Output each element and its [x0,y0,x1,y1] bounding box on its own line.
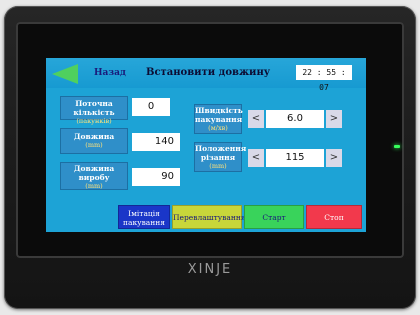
packing-speed-unit: (м/хв) [208,124,228,132]
product-length-unit: (mm) [85,182,103,190]
length-label: Довжина (mm) [60,128,128,154]
packing-speed-label-text: Швидкість пакування [195,106,243,124]
cut-position-label-text: Положення різання [195,144,247,162]
page-title: Встановити довжину [146,67,271,78]
back-arrow-icon[interactable] [52,64,78,84]
title-bar: Назад Встановити довжину 22 : 55 : 07 [46,58,366,92]
current-count-field[interactable]: 0 [132,98,170,116]
cut-increase-button[interactable]: > [326,149,342,167]
product-length-label: Довжина виробу (mm) [60,162,128,190]
cut-position-field[interactable]: 115 [266,149,324,167]
hmi-screen: Назад Встановити довжину 22 : 55 : 07 По… [46,58,366,232]
packing-speed-label: Швидкість пакування (м/хв) [194,104,243,134]
product-length-label-text: Довжина виробу [73,164,115,182]
cut-position-unit: (mm) [209,162,227,170]
speed-decrease-button[interactable]: < [248,110,264,128]
current-count-unit: (пакунків) [76,117,112,125]
cut-position-label: Положення різання (mm) [194,142,247,172]
stop-button[interactable]: Стоп [306,205,362,229]
length-field[interactable]: 140 [132,133,180,151]
current-count-label-text: Поточна кількість [73,99,115,117]
back-button[interactable]: Назад [94,68,126,78]
packing-speed-field[interactable]: 6.0 [266,110,324,128]
start-button[interactable]: Старт [244,205,304,229]
length-unit: (mm) [85,141,103,149]
length-label-text: Довжина [73,132,115,141]
reset-button[interactable]: Перевлаштування [172,205,246,229]
clock-display: 22 : 55 : 07 [296,65,352,92]
brand-logo: XINJE [187,262,233,277]
product-length-field[interactable]: 90 [132,168,180,186]
power-led [394,145,400,148]
speed-increase-button[interactable]: > [326,110,342,128]
current-count-label: Поточна кількість (пакунків) [60,96,128,125]
cut-decrease-button[interactable]: < [248,149,264,167]
simulate-packing-button[interactable]: Імітація пакування [118,205,170,229]
